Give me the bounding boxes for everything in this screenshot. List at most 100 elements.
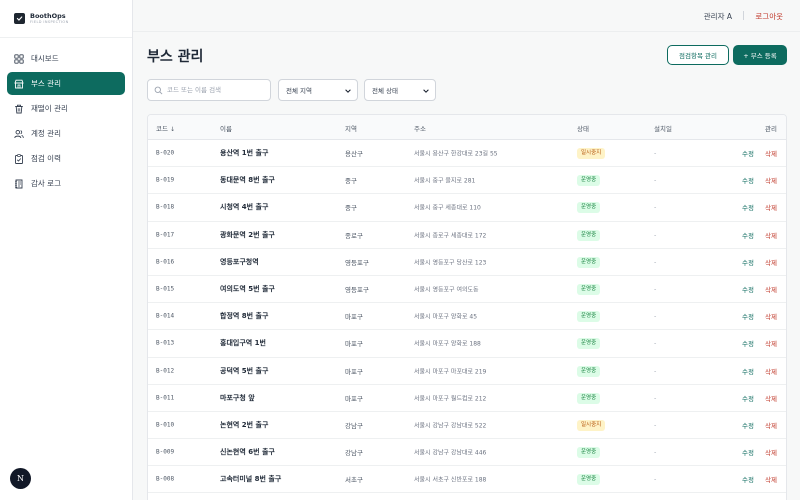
delete-button[interactable]: 삭제 bbox=[765, 284, 777, 294]
cell-status: 운영중 bbox=[577, 201, 601, 214]
delete-button[interactable]: 삭제 bbox=[765, 338, 777, 348]
table-row[interactable]: B-015 여의도역 5번 출구 영등포구 서울시 영등포구 여의도동 운영중 - 수정 삭제 bbox=[148, 276, 786, 304]
cell-installed: - bbox=[654, 475, 657, 484]
edit-button[interactable]: 수정 bbox=[742, 230, 754, 240]
brand[interactable]: BoothOps FIELD INSPECTION bbox=[0, 0, 132, 38]
table-row[interactable]: B-012 공덕역 5번 출구 마포구 서울시 마포구 마포대로 219 운영중 - 수정 삭… bbox=[148, 358, 786, 385]
edit-button[interactable]: 수정 bbox=[742, 366, 754, 376]
delete-button[interactable]: 삭제 bbox=[765, 175, 777, 185]
delete-button[interactable]: 삭제 bbox=[765, 148, 777, 158]
sidebar-item-inspection-history[interactable]: 점검 이력 bbox=[7, 147, 125, 170]
column-header-address: 주소 bbox=[414, 125, 426, 133]
edit-button[interactable]: 수정 bbox=[742, 474, 754, 484]
booth-icon bbox=[14, 79, 24, 89]
table-row[interactable]: B-020 용산역 1번 출구 용산구 서울시 용산구 한강대로 23길 55 일시중지… bbox=[148, 140, 786, 168]
cell-code: B-012 bbox=[156, 367, 175, 375]
cell-name: 논현역 2번 출구 bbox=[220, 420, 269, 429]
cell-name: 공덕역 5번 출구 bbox=[220, 366, 269, 375]
cell-address: 서울시 중구 세종대로 110 bbox=[414, 204, 481, 212]
cell-region: 용산구 bbox=[345, 150, 363, 159]
search-input[interactable] bbox=[167, 86, 267, 94]
cell-address: 서울시 강남구 강남대로 522 bbox=[414, 422, 487, 430]
trash-icon bbox=[14, 104, 24, 114]
status-select[interactable]: 전체 상태 bbox=[364, 79, 436, 101]
cell-installed: - bbox=[654, 366, 657, 375]
delete-button[interactable]: 삭제 bbox=[765, 447, 777, 457]
edit-button[interactable]: 수정 bbox=[742, 393, 754, 403]
delete-button[interactable]: 삭제 bbox=[765, 420, 777, 430]
edit-button[interactable]: 수정 bbox=[742, 311, 754, 321]
table-row[interactable]: B-017 광화문역 2번 출구 종로구 서울시 종로구 세종대로 172 운영중 - 수정… bbox=[148, 222, 786, 249]
table-row[interactable]: B-016 영등포구청역 영등포구 서울시 영등포구 당산로 123 운영중 - 수정 삭제 bbox=[148, 249, 786, 276]
column-header-name: 이름 bbox=[220, 125, 232, 133]
status-badge: 일시중지 bbox=[577, 148, 606, 160]
sidebar-item-label: 계정 관리 bbox=[31, 129, 61, 138]
delete-button[interactable]: 삭제 bbox=[765, 230, 777, 240]
edit-button[interactable]: 수정 bbox=[742, 284, 754, 294]
table-row[interactable]: B-010 논현역 2번 출구 강남구 서울시 강남구 강남대로 522 일시중지 - 수정… bbox=[148, 412, 786, 440]
cell-name: 용산역 1번 출구 bbox=[220, 149, 269, 158]
table-row[interactable]: B-011 마포구청 앞 마포구 서울시 마포구 월드컵로 212 운영중 - 수정 삭제 bbox=[148, 385, 786, 412]
cell-status: 운영중 bbox=[577, 365, 601, 377]
avatar[interactable]: N bbox=[10, 468, 31, 489]
brand-name: BoothOps bbox=[30, 12, 66, 20]
cell-name: 여의도역 5번 출구 bbox=[220, 285, 275, 294]
table-row[interactable]: B-009 신논현역 6번 출구 강남구 서울시 강남구 강남대로 446 운영중 - 수정… bbox=[148, 439, 786, 467]
table-row[interactable]: B-013 홍대입구역 1번 마포구 서울시 마포구 양화로 188 운영중 - 수정 삭제 bbox=[148, 330, 786, 358]
search-box bbox=[147, 79, 271, 101]
checklist-manage-button[interactable]: 점검항목 관리 bbox=[667, 45, 729, 65]
cell-region: 중구 bbox=[345, 204, 357, 213]
delete-button[interactable]: 삭제 bbox=[765, 366, 777, 376]
users-icon bbox=[14, 129, 24, 139]
region-select[interactable]: 전체 지역 bbox=[278, 79, 358, 101]
edit-button[interactable]: 수정 bbox=[742, 148, 754, 158]
logout-link[interactable]: 로그아웃 bbox=[755, 11, 783, 22]
sidebar-item-audit-log[interactable]: 감사 로그 bbox=[7, 172, 125, 195]
edit-button[interactable]: 수정 bbox=[742, 202, 754, 212]
status-badge: 운영중 bbox=[577, 256, 601, 268]
edit-button[interactable]: 수정 bbox=[742, 447, 754, 457]
sidebar-item-ashtrays[interactable]: 재떨이 관리 bbox=[7, 97, 125, 120]
edit-button[interactable]: 수정 bbox=[742, 175, 754, 185]
grid-icon bbox=[14, 53, 24, 64]
booth-table: 코드 ↓ 이름 지역 주소 상태 설치일 관리 B-020 용산역 1번 출구 용산구… bbox=[147, 114, 787, 500]
cell-name: 영등포구청역 bbox=[220, 257, 259, 266]
cell-status: 운영중 bbox=[577, 256, 601, 268]
delete-button[interactable]: 삭제 bbox=[765, 202, 777, 212]
delete-button[interactable]: 삭제 bbox=[765, 393, 777, 403]
delete-button[interactable]: 삭제 bbox=[765, 257, 777, 267]
table-row[interactable]: B-008 고속터미널 8번 출구 서초구 서울시 서초구 신반포로 188 운영중 - 수… bbox=[148, 466, 786, 494]
cell-region: 마포구 bbox=[345, 340, 363, 349]
cell-address: 서울시 용산구 한강대로 23길 55 bbox=[414, 150, 498, 158]
cell-name: 광화문역 2번 출구 bbox=[220, 230, 275, 239]
delete-button[interactable]: 삭제 bbox=[765, 474, 777, 484]
cell-installed: - bbox=[654, 339, 657, 348]
sidebar-item-accounts[interactable]: 계정 관리 bbox=[7, 122, 125, 145]
sidebar-item-label: 점검 이력 bbox=[31, 154, 61, 163]
cell-installed: - bbox=[654, 285, 657, 294]
status-select-value: 전체 상태 bbox=[372, 87, 398, 95]
cell-region: 종로구 bbox=[345, 231, 363, 240]
sidebar-item-booths[interactable]: 부스 관리 bbox=[7, 72, 125, 95]
current-user: 관리자 A bbox=[703, 12, 732, 21]
sidebar: BoothOps FIELD INSPECTION 대시보드 부스 관리 재떨이… bbox=[0, 0, 133, 500]
sidebar-item-label: 재떨이 관리 bbox=[31, 104, 68, 113]
table-row[interactable]: B-018 시청역 4번 출구 중구 서울시 중구 세종대로 110 운영중 - 수정 삭제 bbox=[148, 194, 786, 222]
table-row[interactable]: B-014 합정역 8번 출구 마포구 서울시 마포구 양화로 45 운영중 - 수정 삭제 bbox=[148, 303, 786, 331]
status-badge: 운영중 bbox=[577, 284, 601, 296]
cell-installed: - bbox=[654, 393, 657, 402]
sidebar-item-dashboard[interactable]: 대시보드 bbox=[7, 47, 125, 70]
column-header-installed: 설치일 bbox=[654, 125, 672, 133]
cell-installed: - bbox=[654, 448, 657, 457]
edit-button[interactable]: 수정 bbox=[742, 257, 754, 267]
register-booth-button[interactable]: + 부스 등록 bbox=[733, 45, 787, 65]
table-row[interactable]: B-019 동대문역 8번 출구 중구 서울시 중구 을지로 281 운영중 - 수정 삭제 bbox=[148, 167, 786, 195]
edit-button[interactable]: 수정 bbox=[742, 338, 754, 348]
cell-region: 영등포구 bbox=[345, 286, 369, 295]
edit-button[interactable]: 수정 bbox=[742, 420, 754, 430]
column-header-code[interactable]: 코드 ↓ bbox=[156, 123, 175, 133]
cell-status: 운영중 bbox=[577, 337, 601, 350]
cell-address: 서울시 영등포구 당산로 123 bbox=[414, 259, 487, 267]
delete-button[interactable]: 삭제 bbox=[765, 311, 777, 321]
cell-name: 합정역 8번 출구 bbox=[220, 312, 269, 321]
